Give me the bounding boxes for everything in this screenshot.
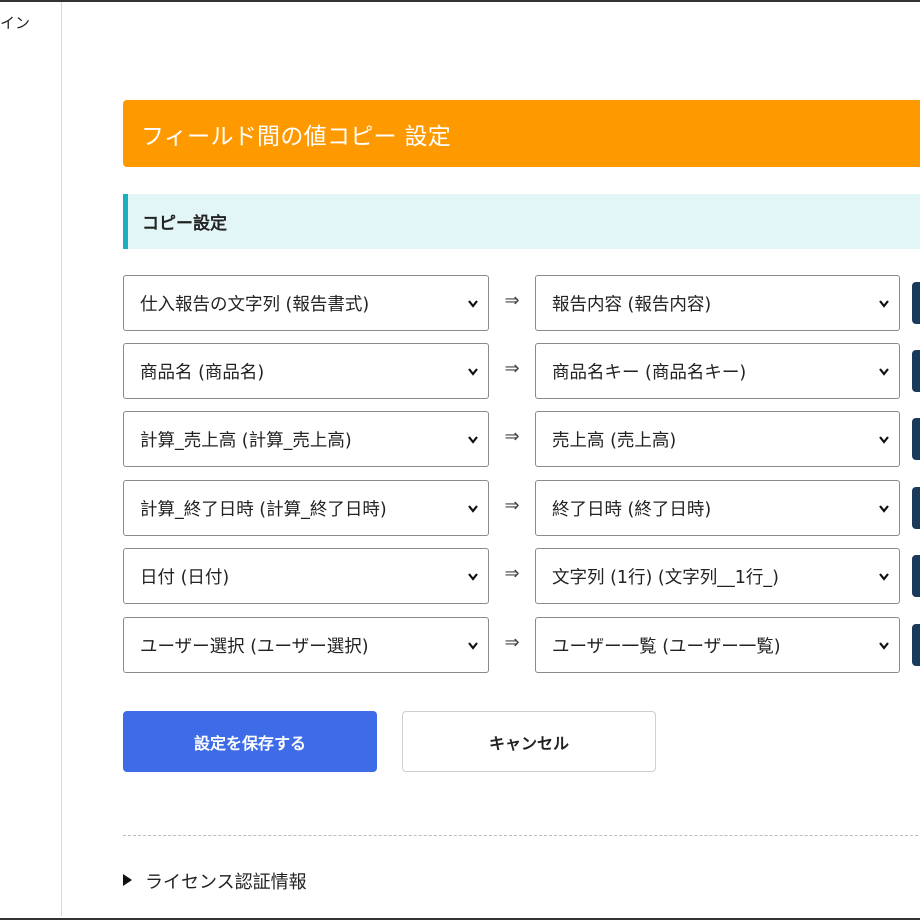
row-action-button[interactable] — [912, 624, 920, 666]
arrow-icon: ⇒ — [504, 495, 520, 516]
source-field-value: 計算_売上高 (計算_売上高) — [140, 431, 352, 451]
source-field-value: 仕入報告の文字列 (報告書式) — [140, 295, 370, 315]
copy-settings-section-header: コピー設定 — [123, 194, 920, 249]
target-field-value: 文字列 (1行) (文字列__1行_) — [552, 568, 779, 588]
triangle-right-icon — [123, 874, 132, 886]
arrow-icon: ⇒ — [504, 358, 520, 379]
arrow-icon: ⇒ — [504, 426, 520, 447]
row-action-button[interactable] — [912, 418, 920, 460]
sidebar-label: イン — [0, 14, 31, 32]
arrow-icon: ⇒ — [504, 563, 520, 584]
source-field-select[interactable]: 商品名 (商品名) — [123, 343, 489, 399]
chevron-down-icon — [879, 642, 889, 650]
save-button-label: 設定を保存する — [193, 734, 306, 753]
chevron-down-icon — [879, 436, 889, 444]
mapping-row: 日付 (日付) ⇒ 文字列 (1行) (文字列__1行_) — [123, 548, 920, 604]
target-field-value: ユーザー一覧 (ユーザー一覧) — [552, 637, 781, 657]
chevron-down-icon — [468, 642, 478, 650]
target-field-select[interactable]: 売上高 (売上高) — [535, 411, 900, 467]
target-field-select[interactable]: ユーザー一覧 (ユーザー一覧) — [535, 617, 900, 673]
cancel-button[interactable]: キャンセル — [402, 711, 656, 772]
arrow-icon: ⇒ — [504, 290, 520, 311]
target-field-select[interactable]: 商品名キー (商品名キー) — [535, 343, 900, 399]
source-field-value: ユーザー選択 (ユーザー選択) — [140, 637, 369, 657]
target-field-value: 売上高 (売上高) — [552, 431, 677, 451]
save-settings-button[interactable]: 設定を保存する — [123, 711, 377, 772]
source-field-select[interactable]: ユーザー選択 (ユーザー選択) — [123, 617, 489, 673]
source-field-select[interactable]: 計算_終了日時 (計算_終了日時) — [123, 480, 489, 536]
license-info-label: ライセンス認証情報 — [145, 872, 307, 893]
target-field-value: 報告内容 (報告内容) — [552, 295, 712, 315]
section-title: コピー設定 — [142, 214, 227, 234]
row-action-button[interactable] — [912, 555, 920, 597]
dashed-divider — [123, 835, 920, 836]
cancel-button-label: キャンセル — [488, 734, 569, 753]
chevron-down-icon — [879, 300, 889, 308]
row-action-button[interactable] — [912, 350, 920, 392]
chevron-down-icon — [468, 436, 478, 444]
row-action-button[interactable] — [912, 282, 920, 324]
row-action-button[interactable] — [912, 487, 920, 529]
mapping-row: 計算_売上高 (計算_売上高) ⇒ 売上高 (売上高) — [123, 411, 920, 467]
chevron-down-icon — [879, 505, 889, 513]
target-field-select[interactable]: 文字列 (1行) (文字列__1行_) — [535, 548, 900, 604]
left-sidebar: イン — [0, 2, 62, 916]
chevron-down-icon — [468, 573, 478, 581]
mapping-row: 仕入報告の文字列 (報告書式) ⇒ 報告内容 (報告内容) — [123, 275, 920, 331]
mapping-row: 計算_終了日時 (計算_終了日時) ⇒ 終了日時 (終了日時) — [123, 480, 920, 536]
chevron-down-icon — [468, 368, 478, 376]
plugin-header: フィールド間の値コピー 設定 — [123, 100, 920, 167]
target-field-value: 終了日時 (終了日時) — [552, 500, 712, 520]
target-field-value: 商品名キー (商品名キー) — [552, 363, 747, 383]
source-field-value: 商品名 (商品名) — [140, 363, 265, 383]
source-field-value: 計算_終了日時 (計算_終了日時) — [140, 500, 387, 520]
source-field-select[interactable]: 仕入報告の文字列 (報告書式) — [123, 275, 489, 331]
mapping-row: ユーザー選択 (ユーザー選択) ⇒ ユーザー一覧 (ユーザー一覧) — [123, 617, 920, 673]
chevron-down-icon — [879, 368, 889, 376]
source-field-value: 日付 (日付) — [140, 568, 230, 588]
target-field-select[interactable]: 終了日時 (終了日時) — [535, 480, 900, 536]
arrow-icon: ⇒ — [504, 632, 520, 653]
chevron-down-icon — [468, 300, 478, 308]
source-field-select[interactable]: 日付 (日付) — [123, 548, 489, 604]
plugin-title: フィールド間の値コピー 設定 — [141, 124, 452, 150]
mapping-row: 商品名 (商品名) ⇒ 商品名キー (商品名キー) — [123, 343, 920, 399]
chevron-down-icon — [879, 573, 889, 581]
target-field-select[interactable]: 報告内容 (報告内容) — [535, 275, 900, 331]
chevron-down-icon — [468, 505, 478, 513]
source-field-select[interactable]: 計算_売上高 (計算_売上高) — [123, 411, 489, 467]
